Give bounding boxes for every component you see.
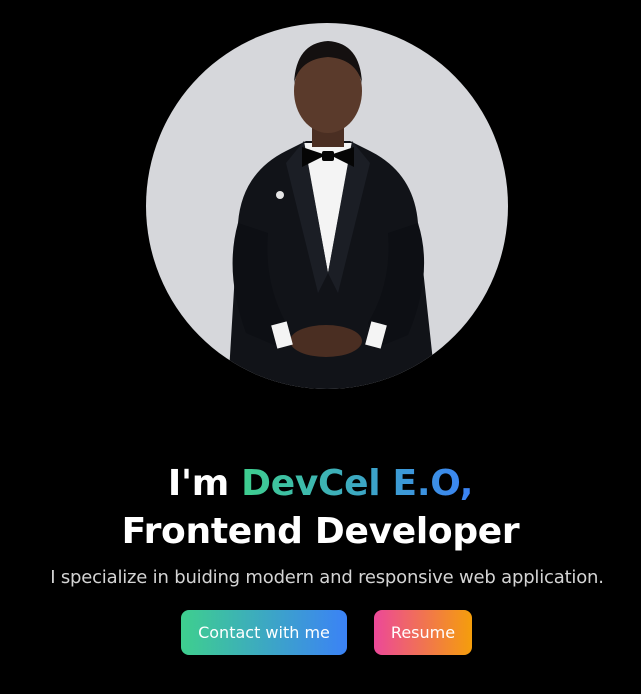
- developer-role: Frontend Developer: [121, 511, 520, 553]
- person-in-tuxedo-illustration: [228, 41, 436, 389]
- developer-name: DevCel E.O,: [241, 463, 474, 505]
- profile-photo: [146, 23, 508, 389]
- greeting-text: I'm: [167, 463, 229, 505]
- hero-section: I'm DevCel E.O, Frontend Developer I spe…: [0, 0, 641, 694]
- resume-button[interactable]: Resume: [374, 610, 472, 655]
- hero-tagline: I specialize in buiding modern and respo…: [50, 567, 604, 588]
- hero-headline: I'm DevCel E.O, Frontend Developer: [0, 460, 641, 556]
- headline-line-1: I'm DevCel E.O,: [0, 460, 641, 508]
- contact-button[interactable]: Contact with me: [181, 610, 347, 655]
